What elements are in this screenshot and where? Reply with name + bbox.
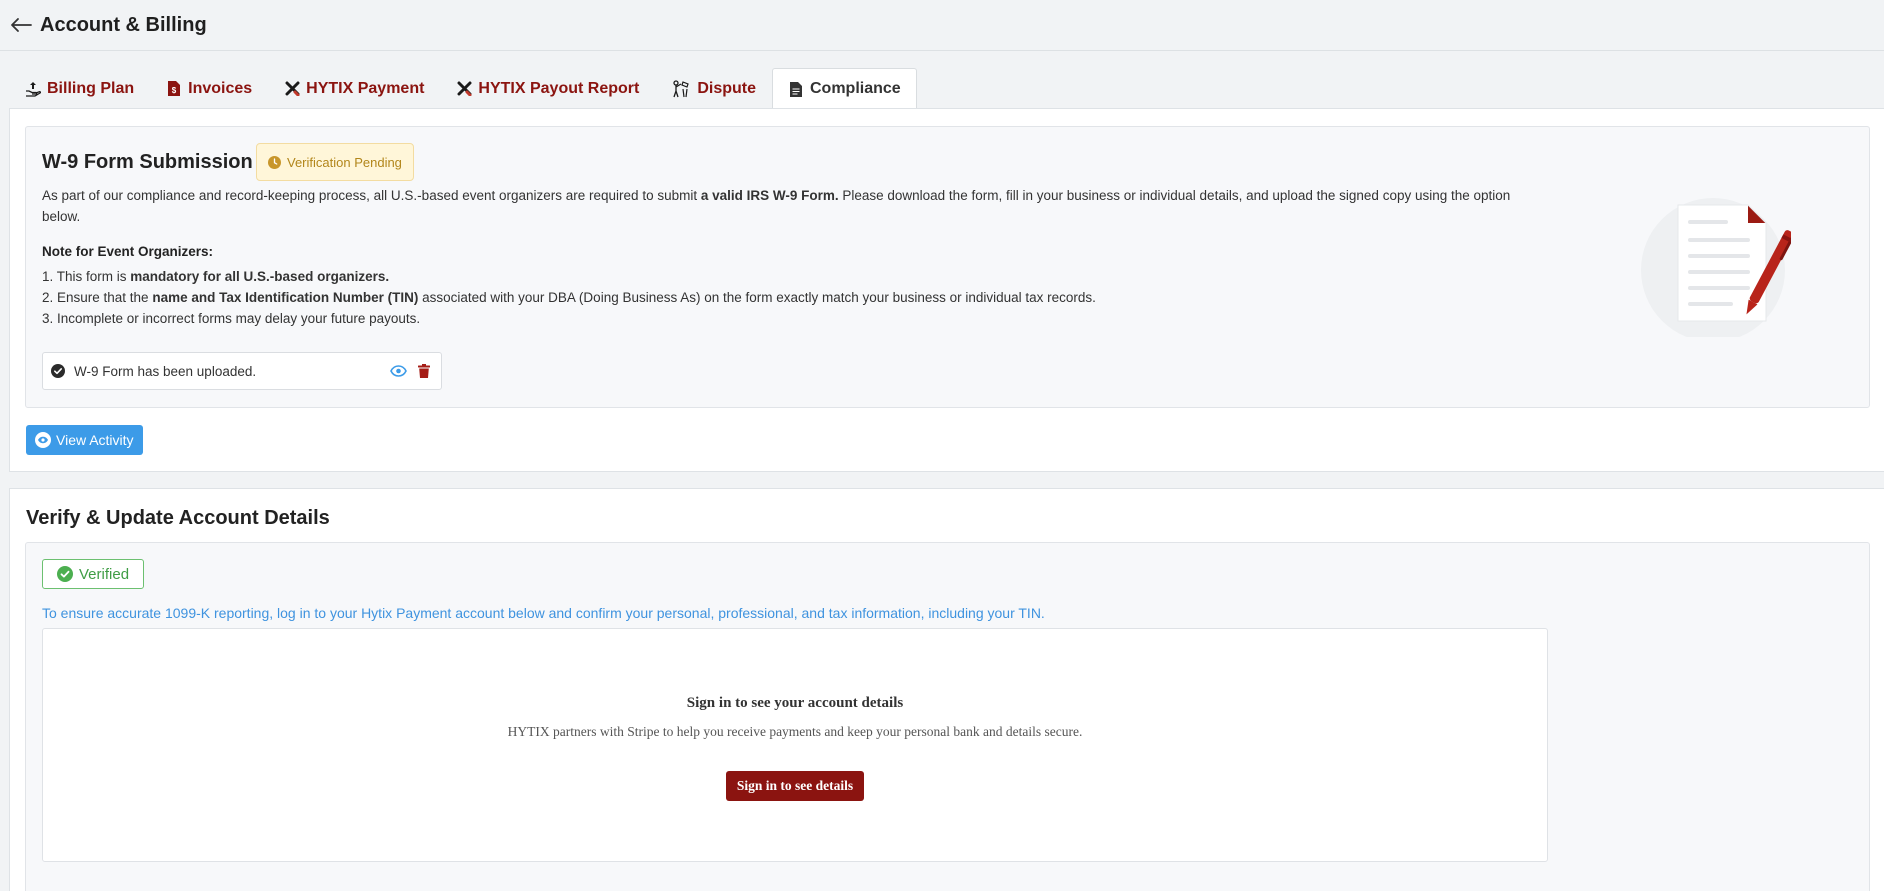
sign-in-button[interactable]: Sign in to see details — [726, 771, 864, 801]
tab-bar: Billing Plan $ Invoices HYTIX Payment HY… — [9, 68, 917, 109]
check-circle-icon — [51, 364, 65, 378]
tab-hytix-payout-report[interactable]: HYTIX Payout Report — [440, 68, 655, 108]
verified-badge-text: Verified — [79, 565, 130, 583]
verify-card: Verified To ensure accurate 1099-K repor… — [25, 542, 1870, 891]
svg-text:$: $ — [172, 86, 177, 95]
status-badge: Verification Pending — [256, 143, 414, 181]
w9-title: W-9 Form Submission — [42, 151, 253, 173]
w9-description: As part of our compliance and record-kee… — [42, 188, 1511, 224]
trash-icon[interactable] — [415, 362, 433, 380]
tab-label: HYTIX Payment — [306, 79, 425, 97]
tab-label: Invoices — [188, 79, 253, 97]
view-activity-button[interactable]: View Activity — [26, 425, 143, 455]
tab-label: HYTIX Payout Report — [478, 79, 640, 97]
signin-subtext: HYTIX partners with Stripe to help you r… — [507, 724, 1083, 739]
eye-icon — [35, 432, 51, 448]
uploaded-file-row: W-9 Form has been uploaded. — [42, 352, 442, 390]
list-item: 3. Incomplete or incorrect forms may del… — [42, 311, 421, 326]
list-item: 1. This form is mandatory for all U.S.-b… — [42, 269, 390, 284]
hand-upload-icon — [25, 81, 41, 97]
note-list: 1. This form is mandatory for all U.S.-b… — [42, 266, 1096, 329]
verify-section-title: Verify & Update Account Details — [26, 507, 330, 529]
verified-badge: Verified — [42, 559, 145, 589]
page-header: Account & Billing — [0, 0, 1884, 51]
tab-billing-plan[interactable]: Billing Plan — [9, 68, 150, 108]
list-item: 2. Ensure that the name and Tax Identifi… — [42, 290, 1096, 305]
clock-icon — [268, 155, 281, 169]
tab-label: Dispute — [697, 79, 756, 97]
compliance-panel: W-9 Form Submission Verification Pending… — [9, 108, 1884, 472]
hytix-x-icon — [456, 81, 472, 97]
invoice-icon: $ — [166, 81, 182, 97]
page-title: Account & Billing — [40, 13, 207, 36]
arrow-left-icon[interactable] — [10, 17, 32, 33]
document-pen-illustration — [1641, 192, 1794, 342]
dispute-icon — [671, 79, 691, 97]
upload-status-text: W-9 Form has been uploaded. — [74, 363, 257, 379]
tab-dispute[interactable]: Dispute — [655, 68, 772, 108]
tab-hytix-payment[interactable]: HYTIX Payment — [268, 68, 440, 108]
status-badge-text: Verification Pending — [287, 154, 402, 170]
tab-compliance[interactable]: Compliance — [772, 68, 917, 109]
tab-label: Billing Plan — [47, 79, 135, 97]
tab-label: Compliance — [810, 80, 901, 97]
w9-card: W-9 Form Submission Verification Pending… — [25, 126, 1870, 408]
verify-info-text: To ensure accurate 1099-K reporting, log… — [42, 605, 1045, 621]
hytix-x-icon — [284, 81, 300, 97]
view-activity-label: View Activity — [56, 432, 134, 448]
check-circle-icon — [57, 566, 73, 582]
tab-invoices[interactable]: $ Invoices — [150, 68, 268, 108]
stripe-signin-box: Sign in to see your account details HYTI… — [42, 628, 1548, 862]
signin-heading: Sign in to see your account details — [686, 695, 904, 711]
verify-account-panel: Verify & Update Account Details Verified… — [9, 488, 1884, 891]
eye-icon[interactable] — [389, 362, 407, 380]
file-text-icon — [788, 81, 804, 97]
note-title: Note for Event Organizers: — [42, 244, 214, 259]
